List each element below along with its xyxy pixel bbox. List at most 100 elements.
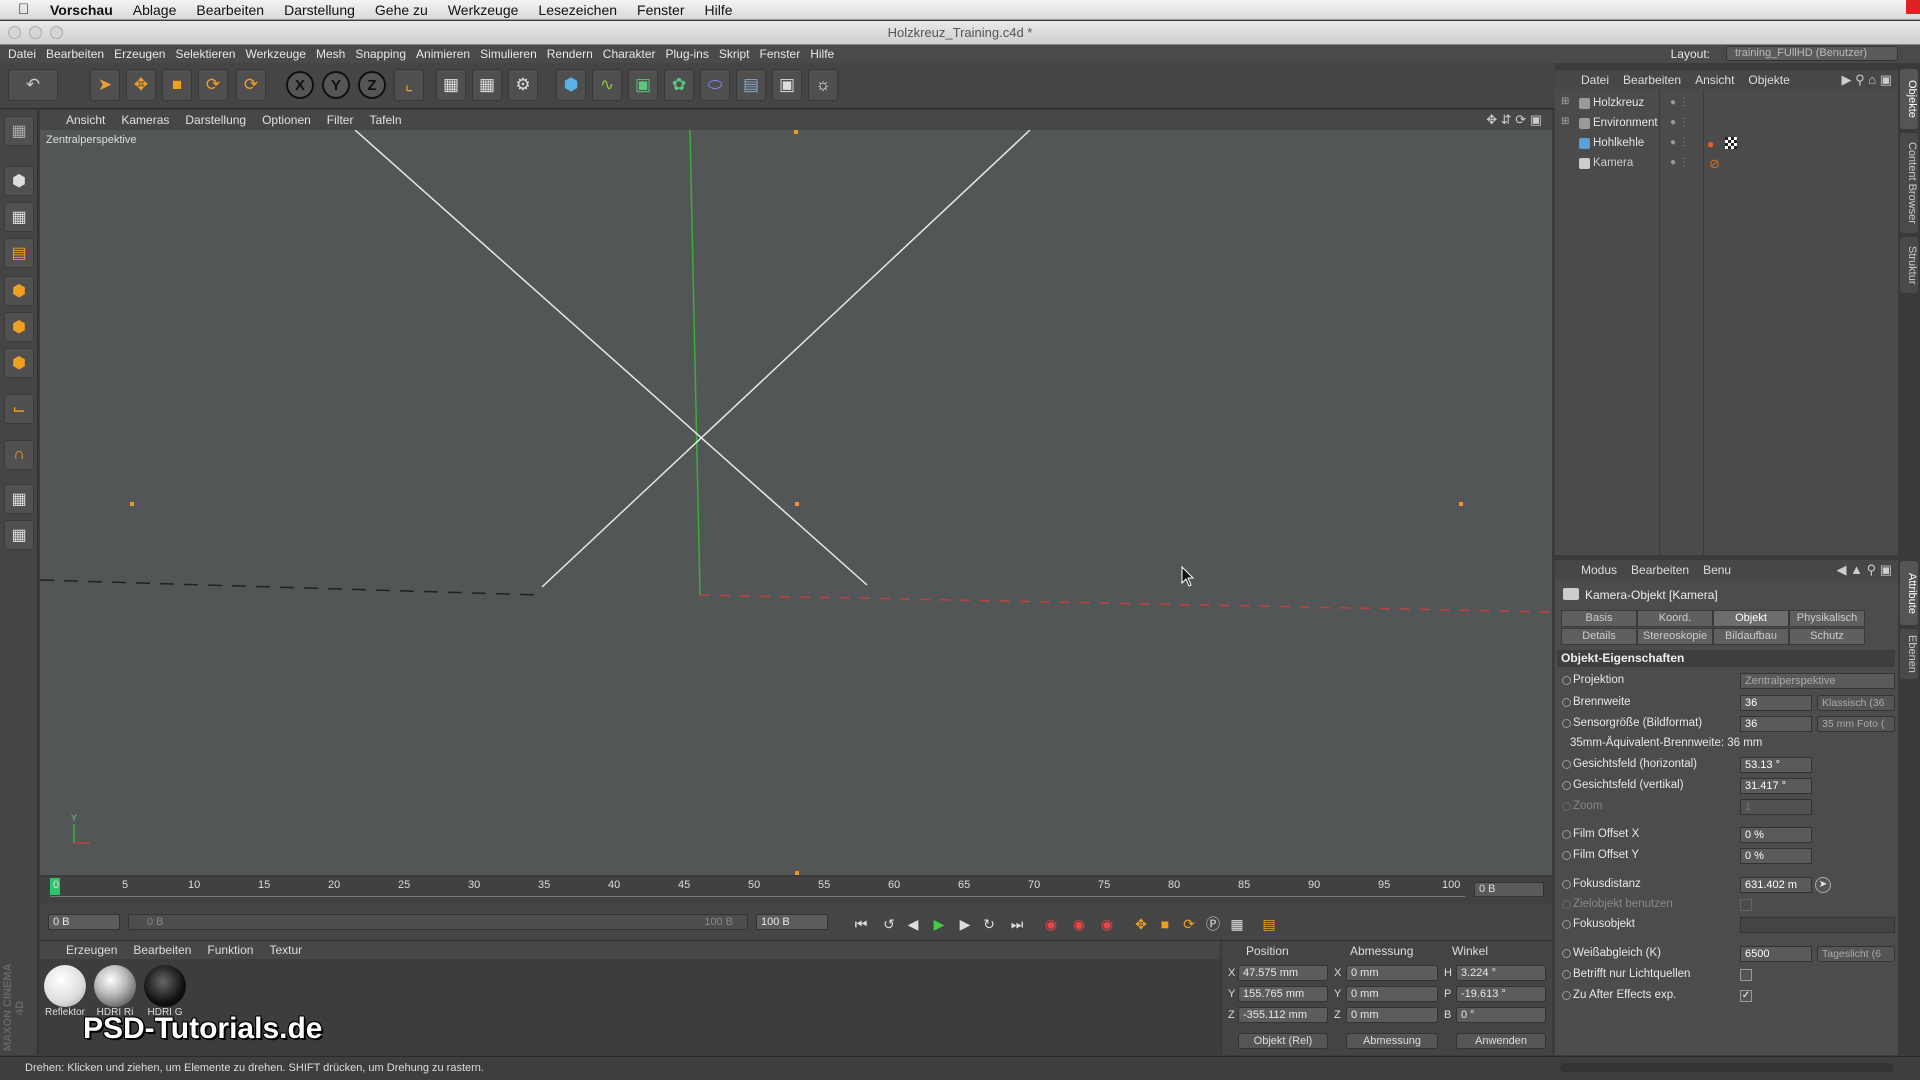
handle-point[interactable] (795, 871, 799, 875)
3d-viewport[interactable]: Y Zentralperspektive (40, 130, 1552, 875)
apple-icon[interactable]:  (18, 1, 38, 18)
side-tab-content-browser[interactable]: Content Browser (1900, 133, 1918, 233)
step-forward-icon[interactable]: ▶ (954, 913, 976, 935)
record-keys-icon[interactable]: ◉ (1040, 913, 1062, 935)
after-effects-export-checkbox[interactable]: ✓ (1740, 990, 1752, 1002)
polygons-mode-icon[interactable]: ⬢ (4, 348, 34, 378)
points-mode-icon[interactable]: ⬢ (4, 276, 34, 306)
obj-menu-objekte[interactable]: Objekte (1748, 73, 1789, 87)
tab-koord[interactable]: Koord. (1637, 610, 1713, 627)
rotation-h-field[interactable]: 3.224 ° (1456, 965, 1546, 981)
app-menu-mesh[interactable]: Mesh (316, 47, 345, 61)
app-menu-simulieren[interactable]: Simulieren (480, 47, 537, 61)
material-tag-icon[interactable]: ● (1707, 137, 1714, 151)
next-key-icon[interactable]: ↻ (978, 913, 1000, 935)
deformer-icon[interactable]: ⬭ (700, 69, 730, 101)
vp-menu-darstellung[interactable]: Darstellung (185, 113, 246, 127)
scale-icon[interactable]: ■ (162, 69, 192, 101)
position-z-field[interactable]: -355.112 mm (1238, 1007, 1328, 1023)
tab-objekt[interactable]: Objekt (1713, 610, 1789, 627)
side-tab-objekte[interactable]: Objekte (1900, 69, 1918, 129)
menu-bearbeiten[interactable]: Bearbeiten (196, 2, 264, 18)
brennweite-preset-select[interactable]: Klassisch (36 (1817, 695, 1895, 711)
app-menu-animieren[interactable]: Animieren (416, 47, 470, 61)
app-menu-bearbeiten[interactable]: Bearbeiten (46, 47, 104, 61)
edges-mode-icon[interactable]: ⬢ (4, 312, 34, 342)
workplane-lock-icon[interactable]: ▦ (4, 484, 34, 514)
magnet-icon[interactable]: ∩ (4, 440, 34, 470)
current-frame-field[interactable]: 0 B (1474, 882, 1544, 897)
animate-radio[interactable] (1562, 781, 1571, 790)
object-row[interactable]: Kamera ● ⋮ ⊘ (1555, 154, 1898, 174)
tab-details[interactable]: Details (1561, 628, 1637, 645)
menu-gehe-zu[interactable]: Gehe zu (375, 2, 428, 18)
tab-schutz[interactable]: Schutz (1789, 628, 1865, 645)
protection-tag-icon[interactable]: ⊘ (1709, 156, 1720, 172)
environment-icon[interactable]: ▤ (736, 69, 766, 101)
attr-menu-bearbeiten[interactable]: Bearbeiten (1631, 563, 1689, 577)
app-menu-plugins[interactable]: Plug-ins (665, 47, 708, 61)
handle-point[interactable] (795, 502, 799, 506)
app-menu-skript[interactable]: Skript (719, 47, 750, 61)
film-offset-y-field[interactable]: 0 % (1740, 848, 1812, 864)
render-view-icon[interactable]: ▦ (436, 69, 466, 101)
animate-radio[interactable] (1562, 698, 1571, 707)
go-to-start-icon[interactable]: ⏮ (850, 913, 872, 935)
recent-tool-icon[interactable]: ⟳ (236, 69, 266, 101)
object-row[interactable]: ⊞ Environment ● ⋮ (1555, 114, 1898, 134)
play-icon[interactable]: ▶ (928, 913, 950, 935)
menu-lesezeichen[interactable]: Lesezeichen (538, 2, 617, 18)
film-offset-x-field[interactable]: 0 % (1740, 827, 1812, 843)
visibility-dots-icon[interactable]: ● ⋮ (1670, 157, 1689, 168)
expand-icon[interactable]: ⊞ (1561, 96, 1569, 107)
animate-radio[interactable] (1562, 970, 1571, 979)
menu-darstellung[interactable]: Darstellung (284, 2, 355, 18)
snap-icon[interactable]: ▦ (4, 520, 34, 550)
autokey-icon[interactable]: ◉ (1068, 913, 1090, 935)
minimize-window-button[interactable] (29, 26, 42, 39)
axis-y-lock-button[interactable]: Y (322, 71, 350, 99)
app-menu-erzeugen[interactable]: Erzeugen (114, 47, 165, 61)
menu-hilfe[interactable]: Hilfe (705, 2, 733, 18)
object-row[interactable]: ⊞ Holzkreuz ● ⋮ (1555, 94, 1898, 114)
menu-app[interactable]: Vorschau (50, 2, 113, 18)
axis-mode-icon[interactable]: ⌙ (4, 394, 34, 424)
attr-menu-modus[interactable]: Modus (1581, 563, 1617, 577)
key-pla-icon[interactable]: ▦ (1226, 913, 1248, 935)
handle-point[interactable] (1459, 502, 1463, 506)
timeline[interactable]: 0 5 10 15 20 25 30 35 40 45 50 55 60 65 … (40, 877, 1552, 905)
texture-tag-icon[interactable] (1725, 137, 1737, 149)
close-window-button[interactable] (8, 26, 21, 39)
material-swatch[interactable]: Reflektor (42, 965, 88, 1027)
animate-radio[interactable] (1562, 719, 1571, 728)
sensor-preset-select[interactable]: 35 mm Foto ( (1817, 716, 1895, 732)
zoom-window-button[interactable] (50, 26, 63, 39)
coordinate-mode-select[interactable]: Objekt (Rel) (1238, 1033, 1328, 1049)
animate-radio[interactable] (1562, 851, 1571, 860)
side-tab-struktur[interactable]: Struktur (1900, 237, 1918, 293)
tab-physikalisch[interactable]: Physikalisch (1789, 610, 1865, 627)
menu-fenster[interactable]: Fenster (637, 2, 684, 18)
key-parameter-icon[interactable]: Ⓟ (1202, 913, 1224, 935)
end-frame-field[interactable]: 100 B (756, 914, 828, 930)
vp-menu-filter[interactable]: Filter (327, 113, 354, 127)
fov-vertical-field[interactable]: 31.417 ° (1740, 778, 1812, 794)
key-selection-icon[interactable]: ◉ (1096, 913, 1118, 935)
app-menu-rendern[interactable]: Rendern (547, 47, 593, 61)
white-balance-preset-select[interactable]: Tageslicht (6 (1817, 946, 1895, 962)
model-mode-icon[interactable]: ⬢ (4, 166, 34, 196)
select-icon[interactable]: ➤ (90, 69, 120, 101)
vp-menu-optionen[interactable]: Optionen (262, 113, 311, 127)
object-manager-tools-icons[interactable]: ▶ ⚲ ⌂ ▣ (1842, 72, 1893, 88)
focus-object-link-field[interactable] (1740, 917, 1895, 933)
layout-select[interactable]: training_FUllHD (Benutzer) (1726, 46, 1898, 61)
axis-z-lock-button[interactable]: Z (358, 71, 386, 99)
prev-key-icon[interactable]: ↺ (878, 913, 900, 935)
object-row[interactable]: Hohlkehle ● ⋮ ● (1555, 134, 1898, 154)
expand-icon[interactable]: ⊞ (1561, 116, 1569, 127)
rotation-p-field[interactable]: -19.613 ° (1456, 986, 1546, 1002)
rotate-icon[interactable]: ⟳ (198, 69, 228, 101)
tab-basis[interactable]: Basis (1561, 610, 1637, 627)
step-back-icon[interactable]: ◀ (902, 913, 924, 935)
mat-menu-textur[interactable]: Textur (269, 943, 302, 957)
